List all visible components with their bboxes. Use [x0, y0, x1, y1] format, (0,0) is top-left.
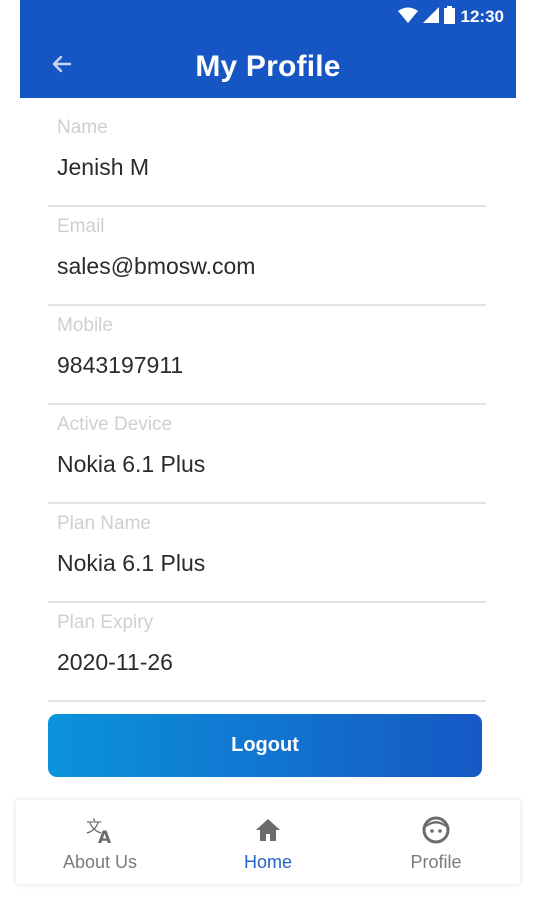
active-device-value: Nokia 6.1 Plus: [57, 451, 206, 477]
logout-button[interactable]: Logout: [48, 714, 482, 777]
profile-fields: Name Jenish M Email sales@bmosw.com Mobi…: [48, 108, 486, 702]
battery-icon: [443, 5, 455, 29]
plan-expiry-value: 2020-11-26: [57, 649, 173, 675]
active-device-label: Active Device: [57, 414, 173, 435]
nav-item-profile[interactable]: Profile: [352, 800, 520, 884]
mobile-label: Mobile: [57, 315, 113, 336]
phone-screen: 12:30 My Profile Name Jenish M Email sal…: [16, 0, 520, 900]
bottom-nav: 文 A About Us Home Profile: [16, 800, 520, 884]
name-field: Name Jenish M: [48, 108, 486, 207]
email-value: sales@bmosw.com: [57, 253, 256, 279]
plan-name-field: Plan Name Nokia 6.1 Plus: [48, 504, 486, 603]
wifi-icon: [397, 7, 418, 28]
nav-label-profile: Profile: [410, 852, 462, 872]
status-bar: 12:30: [397, 5, 504, 29]
face-icon: [421, 814, 451, 846]
translate-icon: 文 A: [85, 814, 115, 846]
active-device-field: Active Device Nokia 6.1 Plus: [48, 405, 486, 504]
nav-item-home[interactable]: Home: [184, 800, 352, 884]
nav-label-about-us: About Us: [62, 852, 138, 872]
nav-label-home: Home: [243, 852, 292, 872]
plan-expiry-field: Plan Expiry 2020-11-26: [48, 603, 486, 702]
name-value: Jenish M: [57, 154, 150, 180]
home-icon: [254, 814, 282, 846]
mobile-field: Mobile 9843197911: [48, 306, 486, 405]
signal-icon: [422, 6, 439, 28]
mobile-value: 9843197911: [57, 352, 184, 378]
name-label: Name: [57, 117, 108, 138]
email-field: Email sales@bmosw.com: [48, 207, 486, 306]
email-label: Email: [57, 216, 105, 237]
app-bar: 12:30 My Profile: [20, 0, 516, 98]
nav-item-about-us[interactable]: 文 A About Us: [16, 800, 184, 884]
plan-name-value: Nokia 6.1 Plus: [57, 550, 206, 576]
svg-text:A: A: [98, 828, 112, 845]
plan-expiry-label: Plan Expiry: [57, 612, 154, 633]
page-title: My Profile: [195, 50, 341, 83]
plan-name-label: Plan Name: [57, 513, 151, 534]
status-time: 12:30: [460, 7, 504, 26]
